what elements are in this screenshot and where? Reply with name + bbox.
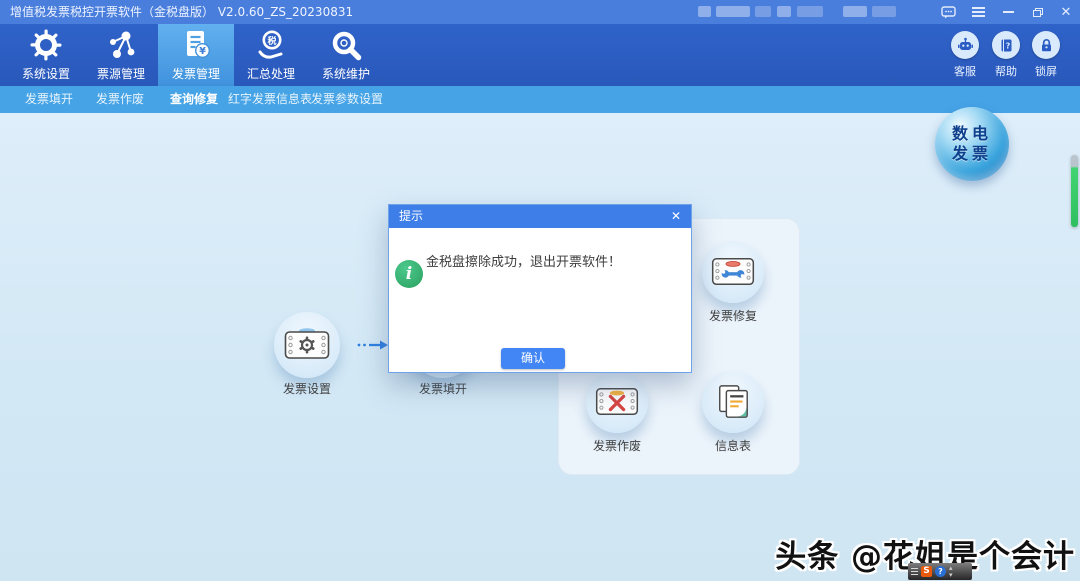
scrollbar-thumb[interactable] (1071, 155, 1078, 227)
redacted-block (843, 6, 867, 17)
redacted-block (777, 6, 791, 17)
toolbar-item-system-settings[interactable]: 系统设置 (8, 24, 84, 86)
minimize-icon (1003, 11, 1014, 13)
submenu-item-red-letter-info[interactable]: 红字发票信息表 (228, 86, 312, 113)
customer-service-button[interactable] (951, 31, 979, 59)
network-icon (104, 28, 138, 62)
redacted-block (755, 6, 771, 17)
chat-icon (941, 6, 956, 19)
documents-icon (710, 384, 756, 420)
window-title: 增值税发票税控开票软件（金税盘版） V2.0.60_ZS_20230831 (10, 0, 353, 24)
robot-icon (957, 37, 974, 54)
svg-text:税: 税 (267, 35, 276, 47)
lock-screen-button[interactable] (1032, 31, 1060, 59)
toolbar-item-label: 汇总处理 (247, 65, 295, 82)
flow-arrow-icon (356, 338, 390, 352)
minimize-button[interactable] (996, 0, 1020, 24)
shortcut-info-table[interactable] (702, 371, 764, 433)
digital-invoice-badge[interactable]: 数电 发票 (935, 107, 1009, 181)
shortcut-invoice-repair[interactable] (702, 241, 764, 303)
badge-line1: 数电 (952, 124, 992, 144)
menu-button[interactable] (966, 0, 990, 24)
chat-feedback-button[interactable] (936, 0, 960, 24)
toolbar-item-invoice-management[interactable]: ¥ 发票管理 (158, 24, 234, 86)
app-window: 增值税发票税控开票软件（金税盘版） V2.0.60_ZS_20230831 ✕ (0, 0, 1080, 581)
redacted-block (716, 6, 750, 17)
submenu-item-query-repair[interactable]: 查询修复 (170, 86, 218, 113)
shortcut-label-invoice-void[interactable]: 发票作废 (567, 437, 667, 454)
titlebar: 增值税发票税控开票软件（金税盘版） V2.0.60_ZS_20230831 ✕ (0, 0, 1080, 24)
shortcut-label-invoice-fill[interactable]: 发票填开 (393, 380, 493, 397)
submenu-bar (0, 86, 1080, 113)
help-label: 帮助 (995, 63, 1017, 79)
restore-button[interactable] (1026, 0, 1050, 24)
toolbar-item-label: 系统维护 (322, 65, 370, 82)
shortcut-invoice-settings[interactable] (274, 312, 340, 378)
wrench-icon (329, 28, 363, 62)
submenu-item-invoice-void[interactable]: 发票作废 (96, 86, 144, 113)
badge-line2: 发票 (952, 144, 992, 164)
toolbar-item-summary-processing[interactable]: 税 汇总处理 (233, 24, 309, 86)
device-x-icon (594, 385, 640, 419)
svg-text:¥: ¥ (199, 46, 206, 57)
lock-icon (1038, 37, 1055, 54)
device-gear-icon (283, 327, 331, 363)
device-wrench-icon (710, 255, 756, 289)
confirm-button[interactable]: 确认 (501, 348, 565, 369)
submenu-item-invoice-params[interactable]: 发票参数设置 (311, 86, 383, 113)
toolbar-item-label: 系统设置 (22, 65, 70, 82)
dialog-title: 提示 (399, 205, 671, 228)
toolbar-item-label: 票源管理 (97, 65, 145, 82)
info-icon: i (395, 260, 423, 288)
redacted-block (872, 6, 896, 17)
help-book-icon: ? (998, 37, 1015, 54)
shortcut-invoice-void[interactable] (586, 371, 648, 433)
svg-text:?: ? (1005, 41, 1010, 50)
shortcut-label-info-table[interactable]: 信息表 (683, 437, 783, 454)
ime-menu-icon[interactable] (911, 566, 918, 577)
tax-coin-hand-icon: 税 (254, 28, 288, 62)
dialog-close-button[interactable]: ✕ (671, 205, 681, 228)
lock-screen-label: 锁屏 (1035, 63, 1057, 79)
close-window-button[interactable]: ✕ (1054, 0, 1078, 24)
dialog-message: 金税盘擦除成功，退出开票软件！ (426, 251, 621, 270)
ime-sogou-icon[interactable]: S (921, 566, 932, 577)
redacted-block (698, 6, 711, 17)
customer-service-label: 客服 (954, 63, 976, 79)
ime-expand-icon[interactable]: ▴▾ (949, 565, 953, 579)
gear-icon (29, 28, 63, 62)
dialog-titlebar[interactable]: 提示 ✕ (389, 205, 691, 228)
submenu-item-invoice-fill[interactable]: 发票填开 (25, 86, 73, 113)
shortcut-label-invoice-repair[interactable]: 发票修复 (683, 307, 783, 324)
toolbar-item-ticket-source[interactable]: 票源管理 (83, 24, 159, 86)
hamburger-icon (972, 5, 985, 19)
message-dialog: 提示 ✕ i 金税盘擦除成功，退出开票软件！ 确认 (388, 204, 692, 373)
ime-help-icon[interactable]: ? (935, 566, 946, 577)
invoice-doc-icon: ¥ (179, 28, 213, 62)
ime-toolbar[interactable]: S ? ▴▾ (908, 563, 972, 580)
toolbar-item-label: 发票管理 (172, 65, 220, 82)
redacted-block (797, 6, 823, 17)
help-button[interactable]: ? (992, 31, 1020, 59)
toolbar-item-system-maintenance[interactable]: 系统维护 (308, 24, 384, 86)
restore-icon (1033, 8, 1043, 17)
shortcut-label-invoice-settings[interactable]: 发票设置 (257, 380, 357, 397)
close-icon: ✕ (1061, 5, 1072, 20)
